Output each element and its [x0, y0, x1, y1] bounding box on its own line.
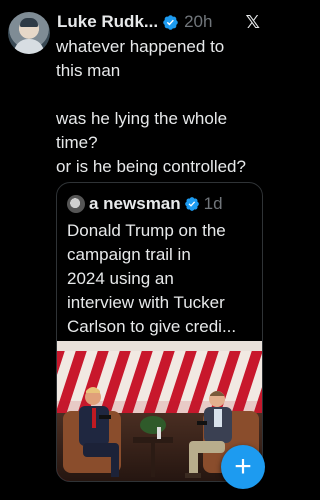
- quoted-author-name: a newsman: [89, 194, 181, 213]
- quoted-text-line: Carlson to give credi...: [67, 317, 237, 336]
- quoted-text-line: Donald Trump on the: [67, 221, 226, 240]
- quoted-author-avatar: [67, 195, 85, 213]
- quoted-text-line: campaign trail in: [67, 245, 191, 264]
- author-name[interactable]: Luke Rudk...: [57, 12, 158, 32]
- quoted-text-line: interview with Tucker: [67, 293, 225, 312]
- author-avatar[interactable]: [8, 12, 50, 54]
- post-text-line: whatever happened to: [56, 37, 225, 56]
- quoted-post-card[interactable]: a newsman 1d Donald Trump on the campaig…: [56, 182, 263, 482]
- quoted-post-timestamp: 1d: [203, 194, 223, 213]
- post-text: whatever happened to this man was he lyi…: [56, 35, 264, 179]
- compose-button[interactable]: +: [221, 445, 265, 489]
- post-text-line: time?: [56, 133, 98, 152]
- x-logo-icon: 𝕏: [245, 12, 260, 32]
- post-text-line: or is he being controlled?: [56, 157, 246, 176]
- plus-icon: +: [234, 450, 252, 483]
- post-text-line: this man: [56, 61, 121, 80]
- post[interactable]: Luke Rudk... 20h 𝕏 whatever happened to …: [0, 0, 270, 500]
- post-text-line: was he lying the whole: [56, 109, 228, 128]
- post-header: Luke Rudk... 20h 𝕏: [57, 11, 260, 33]
- verified-badge-icon: [163, 14, 178, 30]
- quoted-text-line: 2024 using an: [67, 269, 174, 288]
- post-timestamp[interactable]: 20h: [184, 12, 212, 32]
- quoted-post-header: a newsman 1d: [67, 194, 256, 214]
- quoted-post-text: Donald Trump on the campaign trail in 20…: [67, 219, 259, 339]
- post-text-blank-line: [56, 83, 264, 107]
- verified-badge-icon: [184, 197, 199, 211]
